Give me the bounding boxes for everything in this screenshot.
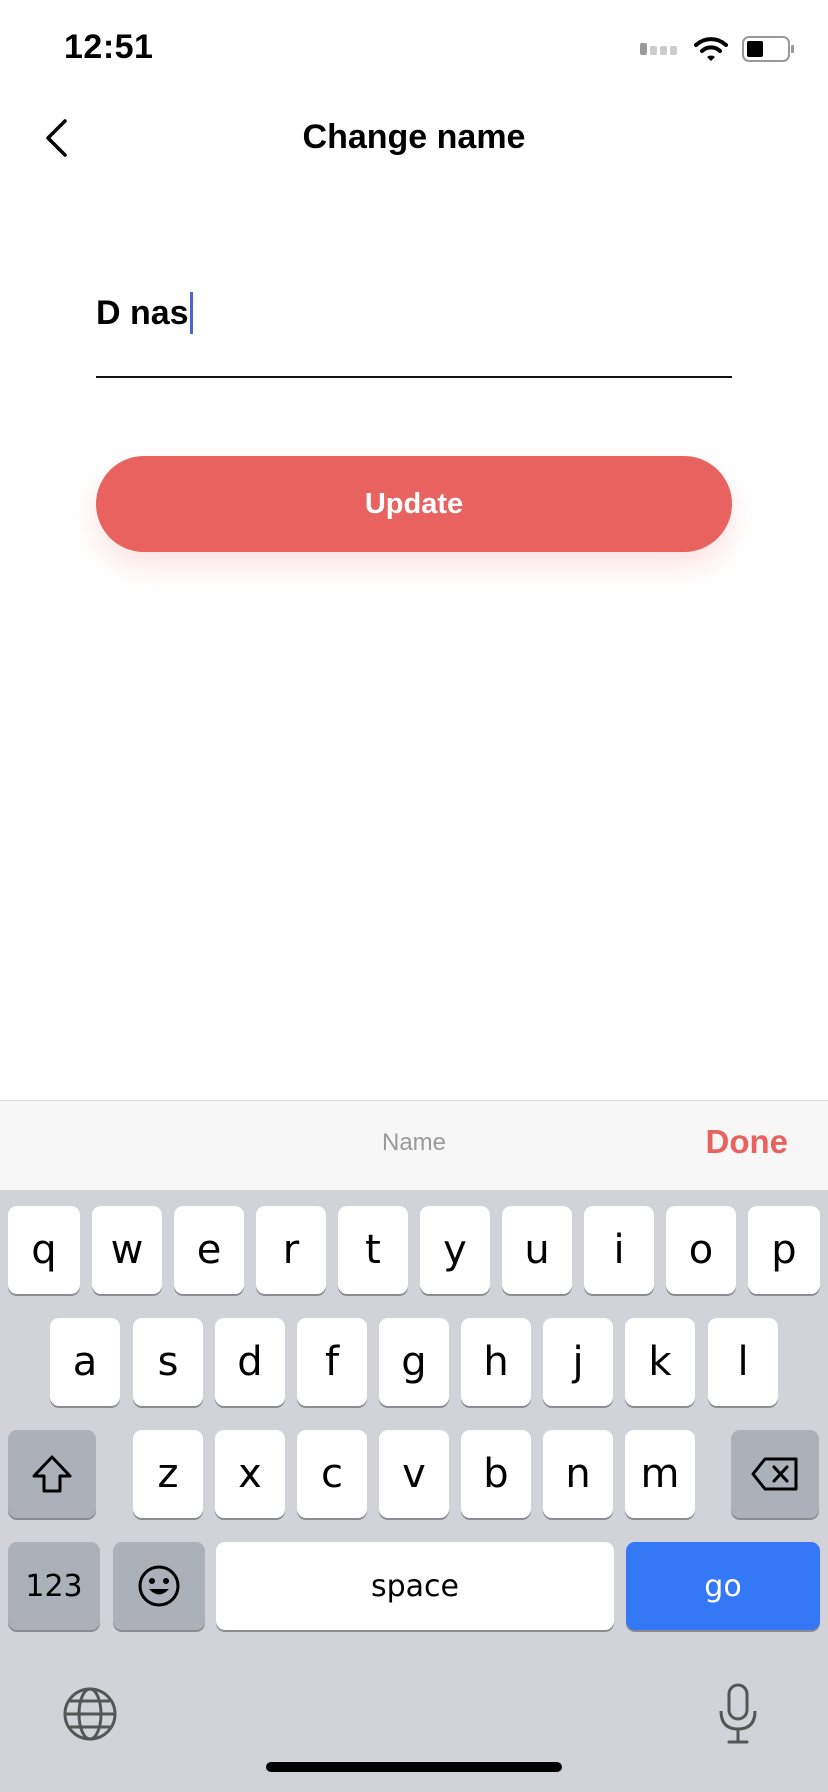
key[interactable]: p — [748, 1206, 820, 1294]
battery-icon — [742, 36, 794, 62]
globe-icon — [63, 1687, 117, 1741]
emoji-key[interactable] — [113, 1542, 205, 1630]
dictation-button[interactable] — [710, 1676, 766, 1752]
key[interactable]: q — [8, 1206, 80, 1294]
key[interactable]: l — [708, 1318, 778, 1406]
key[interactable]: n — [543, 1430, 613, 1518]
cellular-signal-icon — [640, 43, 677, 55]
key[interactable]: h — [461, 1318, 531, 1406]
wifi-icon — [694, 37, 728, 61]
key[interactable]: f — [297, 1318, 367, 1406]
backspace-icon — [751, 1457, 798, 1491]
shift-key[interactable] — [8, 1430, 96, 1518]
key[interactable]: t — [338, 1206, 408, 1294]
key[interactable]: u — [502, 1206, 572, 1294]
name-input-text: D nas — [96, 292, 193, 334]
key[interactable]: z — [133, 1430, 203, 1518]
shift-icon — [32, 1455, 72, 1493]
status-icons — [640, 36, 796, 62]
key[interactable]: s — [133, 1318, 203, 1406]
key[interactable]: j — [543, 1318, 613, 1406]
key[interactable]: a — [50, 1318, 120, 1406]
accessory-field-label: Name — [381, 1129, 447, 1156]
emoji-icon — [138, 1565, 180, 1607]
key[interactable]: e — [174, 1206, 244, 1294]
key[interactable]: c — [297, 1430, 367, 1518]
key[interactable]: v — [379, 1430, 449, 1518]
globe-button[interactable] — [60, 1684, 120, 1744]
delete-key[interactable] — [731, 1430, 819, 1518]
done-button[interactable]: Done — [706, 1123, 789, 1161]
page-title: Change name — [302, 118, 526, 156]
key[interactable]: k — [625, 1318, 695, 1406]
keyboard-accessory-bar: Name Done — [0, 1100, 828, 1191]
key[interactable]: b — [461, 1430, 531, 1518]
key[interactable]: m — [625, 1430, 695, 1518]
key[interactable]: o — [666, 1206, 736, 1294]
key[interactable]: w — [92, 1206, 162, 1294]
status-time: 12:51 — [64, 28, 154, 66]
keyboard: q w e r t y u i o p a s d f g h j k l z … — [0, 1190, 828, 1792]
update-button[interactable]: Update — [96, 456, 732, 552]
key[interactable]: d — [215, 1318, 285, 1406]
name-input-value: D nas — [96, 293, 189, 332]
key[interactable]: g — [379, 1318, 449, 1406]
home-indicator — [266, 1762, 562, 1772]
key[interactable]: i — [584, 1206, 654, 1294]
numbers-key[interactable]: 123 — [8, 1542, 100, 1630]
name-input[interactable]: D nas — [96, 280, 732, 378]
space-key[interactable]: space — [216, 1542, 614, 1630]
key[interactable]: r — [256, 1206, 326, 1294]
microphone-icon — [719, 1683, 757, 1744]
go-key[interactable]: go — [626, 1542, 820, 1630]
text-caret — [189, 292, 193, 334]
key[interactable]: y — [420, 1206, 490, 1294]
key[interactable]: x — [215, 1430, 285, 1518]
